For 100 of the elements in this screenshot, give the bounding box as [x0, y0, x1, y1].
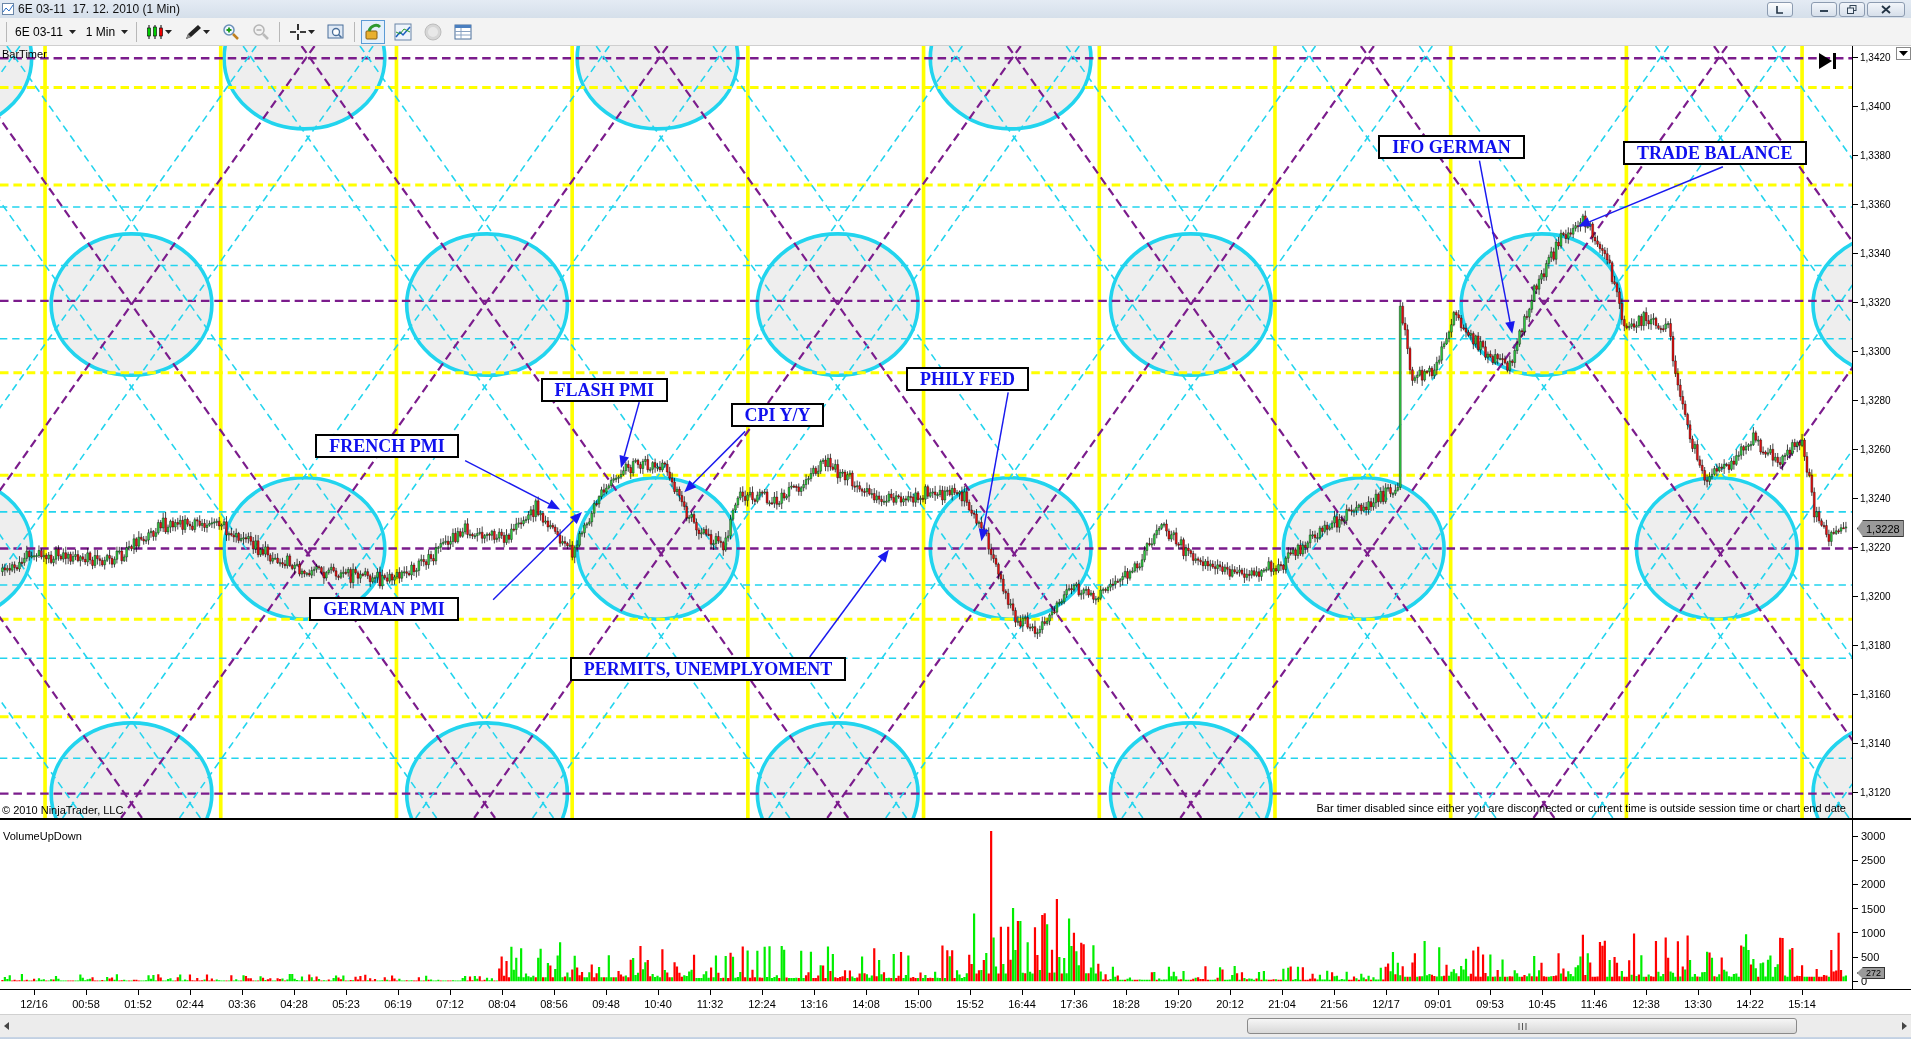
caret-icon [68, 29, 76, 34]
time-label: 15:52 [944, 990, 996, 1014]
caret-icon [308, 29, 316, 34]
caret-icon [121, 29, 129, 34]
time-label: 12:38 [1620, 990, 1672, 1014]
time-label: 07:12 [424, 990, 476, 1014]
axis-label: 1,3140 [1853, 719, 1911, 768]
axis-label: 1,3240 [1853, 474, 1911, 523]
time-label: 21:04 [1256, 990, 1308, 1014]
annotation-arrow [684, 430, 746, 493]
annotation-arrow [619, 401, 640, 468]
time-label: 12/16 [8, 990, 60, 1014]
indicator-label: VolumeUpDown [3, 830, 82, 842]
axis-label: 1,3300 [1853, 327, 1911, 376]
time-label: 14:22 [1724, 990, 1776, 1014]
corner-icon [1775, 4, 1785, 14]
minimize-button[interactable] [1811, 1, 1837, 17]
time-label: 04:28 [268, 990, 320, 1014]
axis-label: 1,3120 [1853, 768, 1911, 817]
caret-icon [203, 29, 211, 34]
annotation-label: FLASH PMI [540, 377, 669, 402]
restore-icon [1847, 4, 1857, 14]
time-label: 08:04 [476, 990, 528, 1014]
axis-label: 1500 [1853, 896, 1911, 921]
close-icon [1881, 4, 1891, 14]
time-label: 13:30 [1672, 990, 1724, 1014]
annotation-label: PERMITS, UNEMPLYOMENT [569, 657, 847, 681]
time-label: 02:44 [164, 990, 216, 1014]
axis-label: 1,3160 [1853, 670, 1911, 719]
time-label: 16:44 [996, 990, 1048, 1014]
window-title: 6E 03-11 17. 12. 2010 (1 Min) [18, 2, 180, 16]
axis-label: 2500 [1853, 848, 1911, 873]
axis-label: 2000 [1853, 872, 1911, 897]
zoom-out-icon [252, 22, 271, 41]
restore-button[interactable] [1839, 1, 1865, 17]
scrollbar-thumb[interactable] [1247, 1018, 1797, 1034]
annotation-label: GERMAN PMI [309, 597, 459, 622]
axis-label: 1,3340 [1853, 229, 1911, 278]
axis-label: 1,3400 [1853, 82, 1911, 131]
time-label: 03:36 [216, 990, 268, 1014]
time-label: 09:01 [1412, 990, 1464, 1014]
time-label: 21:56 [1308, 990, 1360, 1014]
time-label: 12:24 [736, 990, 788, 1014]
instrument-dropdown[interactable]: 6E 03-11 [13, 24, 78, 39]
time-label: 20:12 [1204, 990, 1256, 1014]
time-label: 15:14 [1776, 990, 1828, 1014]
skip-to-end-icon[interactable] [1818, 52, 1838, 70]
time-label: 08:56 [528, 990, 580, 1014]
zoom-in-icon [222, 22, 241, 41]
time-label: 11:46 [1568, 990, 1620, 1014]
time-label: 09:53 [1464, 990, 1516, 1014]
layout-button[interactable] [1767, 1, 1793, 17]
time-label: 06:19 [372, 990, 424, 1014]
close-button[interactable] [1867, 1, 1905, 17]
time-label: 19:20 [1152, 990, 1204, 1014]
axis-label: 1,3320 [1853, 278, 1911, 327]
time-label: 00:58 [60, 990, 112, 1014]
axis-label: 1,3180 [1853, 621, 1911, 670]
axis-label: 1,3420 [1853, 46, 1911, 82]
time-label: 17:36 [1048, 990, 1100, 1014]
annotation-label: PHILY FED [905, 366, 1030, 391]
coin-icon [424, 22, 443, 41]
time-label: 10:40 [632, 990, 684, 1014]
annotation-label: TRADE BALANCE [1623, 141, 1807, 166]
axis-label: 3000 [1853, 824, 1911, 849]
time-label: 05:23 [320, 990, 372, 1014]
pencil-icon [184, 23, 203, 40]
time-label: 09:48 [580, 990, 632, 1014]
magnifier-window-icon [327, 22, 346, 41]
menu-dropdown-button[interactable] [1896, 47, 1911, 60]
time-label: 14:08 [840, 990, 892, 1014]
time-label: 01:52 [112, 990, 164, 1014]
candlestick-icon [146, 23, 165, 40]
data-box-button[interactable] [361, 19, 386, 44]
axis-label: 1,3200 [1853, 572, 1911, 621]
last-volume-badge: 272 [1857, 967, 1886, 979]
line-chart-icon [394, 22, 413, 41]
time-label: 10:45 [1516, 990, 1568, 1014]
axis-label: 1,3380 [1853, 131, 1911, 180]
annotation-label: CPI Y/Y [730, 403, 825, 428]
time-label: 13:16 [788, 990, 840, 1014]
axis-label: 500 [1853, 944, 1911, 970]
grip-icon [1517, 1022, 1527, 1030]
caret-icon [165, 29, 173, 34]
chart-icon [2, 3, 14, 15]
axis-label: 1000 [1853, 920, 1911, 945]
time-label: 15:00 [892, 990, 944, 1014]
caret-icon [1899, 51, 1908, 56]
last-price-badge: 1,3228 [1857, 520, 1904, 537]
axis-label: 1,3260 [1853, 425, 1911, 474]
axis-label: 1,3280 [1853, 376, 1911, 425]
axis-label: 1,3360 [1853, 180, 1911, 229]
time-label: 12/17 [1360, 990, 1412, 1014]
time-label: 11:32 [684, 990, 736, 1014]
interval-dropdown[interactable]: 1 Min [83, 24, 131, 39]
annotation-label: IFO GERMAN [1378, 135, 1525, 159]
annotation-label: FRENCH PMI [315, 433, 459, 458]
table-icon [454, 23, 473, 40]
crosshair-icon [289, 22, 308, 41]
time-label: 18:28 [1100, 990, 1152, 1014]
